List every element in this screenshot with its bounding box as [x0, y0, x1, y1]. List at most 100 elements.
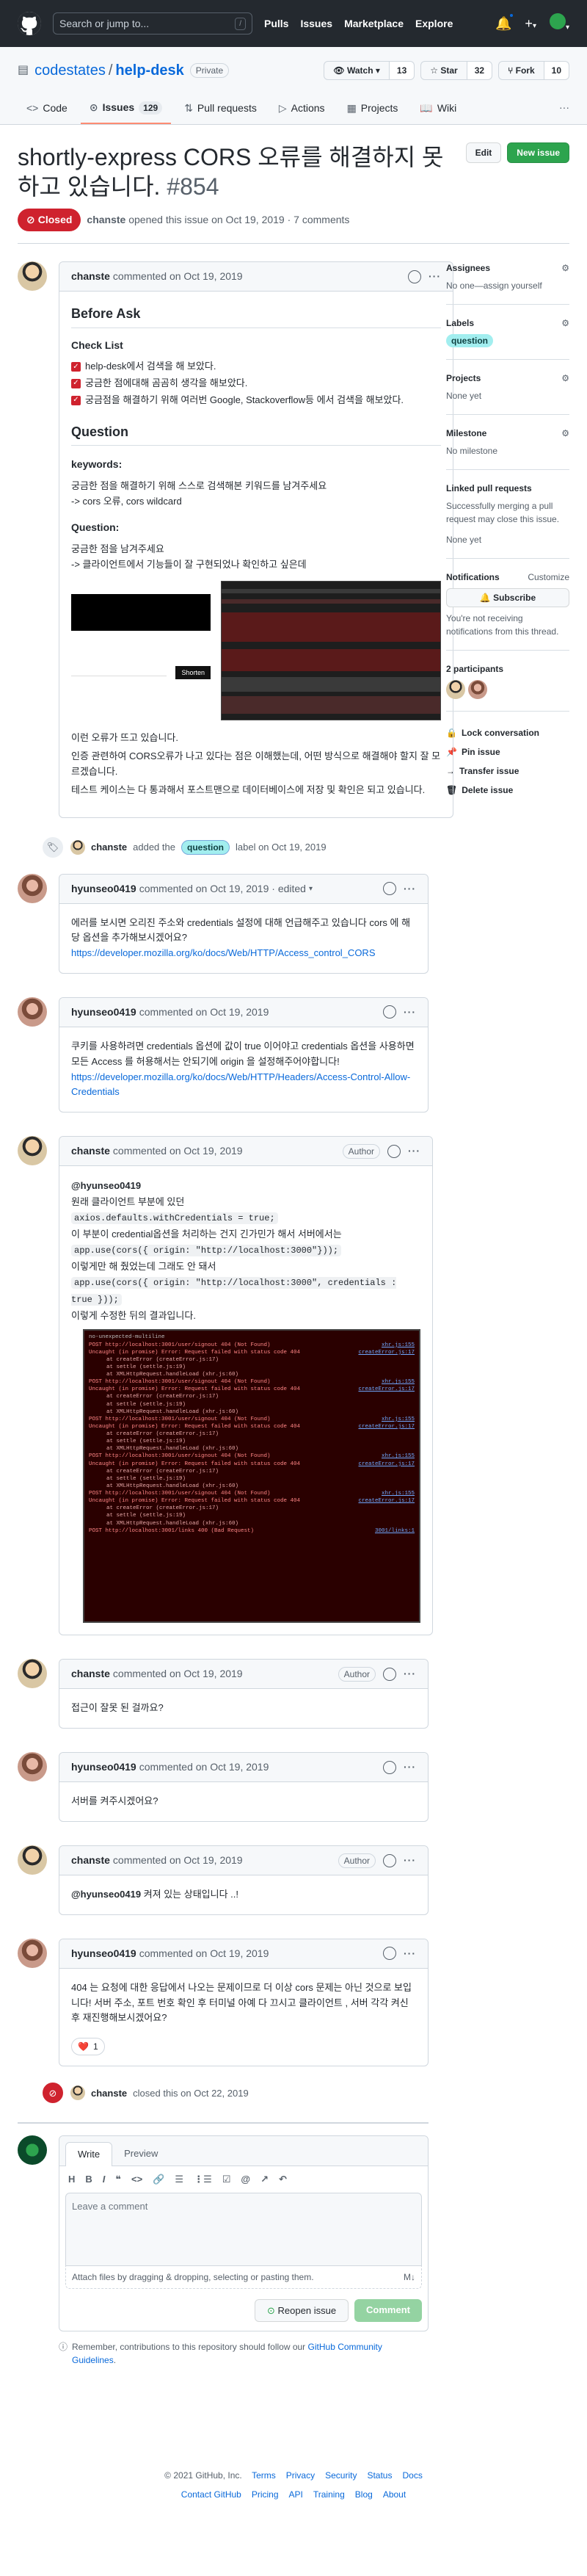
- sidebar-title[interactable]: Linked pull requests: [446, 482, 569, 495]
- tab-code[interactable]: <> Code: [18, 94, 76, 124]
- reopen-issue-button[interactable]: ⊙ Reopen issue: [255, 2298, 349, 2323]
- edited-caret-icon[interactable]: ▾: [309, 883, 313, 894]
- italic-icon[interactable]: I: [103, 2172, 106, 2187]
- watch-count[interactable]: 13: [389, 61, 415, 80]
- kebab-menu-icon[interactable]: ···: [404, 1005, 416, 1020]
- fork-button[interactable]: ⑂ Fork: [498, 61, 544, 80]
- footer-link-terms[interactable]: Terms: [252, 2466, 276, 2485]
- link-icon[interactable]: 🔗: [153, 2172, 164, 2187]
- tab-projects[interactable]: ▦ Projects: [338, 94, 407, 124]
- star-button[interactable]: ☆ Star: [420, 61, 467, 80]
- avatar[interactable]: [18, 1136, 47, 1166]
- search-input[interactable]: Search or jump to... /: [53, 12, 252, 35]
- console-screenshot-image[interactable]: no-unexpected-multiline POST http://loca…: [83, 1329, 420, 1624]
- add-reaction-icon[interactable]: [383, 1667, 396, 1681]
- add-reaction-icon[interactable]: [408, 269, 421, 283]
- kebab-menu-icon[interactable]: ···: [404, 881, 416, 897]
- user-mention[interactable]: @hyunseo0419: [71, 1889, 141, 1900]
- add-reaction-icon[interactable]: [383, 1005, 396, 1019]
- add-reaction-icon[interactable]: [383, 882, 396, 896]
- footer-link-contact[interactable]: Contact GitHub: [181, 2485, 241, 2504]
- avatar[interactable]: [18, 996, 47, 1027]
- subscribe-button[interactable]: 🔔 Subscribe: [446, 588, 569, 607]
- cross-reference-icon[interactable]: ↗: [260, 2172, 269, 2187]
- tab-pull-requests[interactable]: ⇅ Pull requests: [175, 94, 266, 124]
- footer-link-about[interactable]: About: [383, 2485, 406, 2504]
- add-reaction-icon[interactable]: [383, 1760, 396, 1774]
- markdown-icon[interactable]: M↓: [404, 2271, 415, 2284]
- avatar[interactable]: [70, 839, 85, 855]
- footer-link-api[interactable]: API: [289, 2485, 303, 2504]
- add-reaction-icon[interactable]: [383, 1853, 396, 1867]
- issue-opener[interactable]: chanste: [87, 214, 125, 225]
- bold-icon[interactable]: B: [85, 2172, 92, 2187]
- app-screenshot-image[interactable]: Shorten: [71, 594, 215, 682]
- avatar[interactable]: [468, 680, 487, 699]
- assignees-value[interactable]: No one—assign yourself: [446, 281, 542, 291]
- avatar[interactable]: [18, 873, 47, 903]
- comment-author[interactable]: hyunseo0419: [71, 1759, 136, 1775]
- add-reaction-icon[interactable]: [387, 1144, 401, 1158]
- checkbox-checked-icon[interactable]: ✓: [71, 395, 81, 405]
- tab-write[interactable]: Write: [65, 2142, 113, 2167]
- question-label[interactable]: question: [181, 839, 230, 855]
- footer-link-status[interactable]: Status: [367, 2466, 392, 2485]
- more-tabs-icon[interactable]: ···: [559, 94, 569, 124]
- quote-icon[interactable]: ❝: [115, 2172, 121, 2187]
- avatar[interactable]: [18, 1845, 47, 1875]
- comment-textarea[interactable]: Leave a comment: [65, 2192, 422, 2266]
- mdn-credentials-link[interactable]: https://developer.mozilla.org/ko/docs/We…: [71, 1071, 410, 1098]
- customize-link[interactable]: Customize: [528, 571, 569, 584]
- question-label[interactable]: question: [446, 334, 493, 347]
- comment-author[interactable]: chanste: [71, 1666, 110, 1682]
- avatar[interactable]: [18, 2135, 47, 2166]
- avatar[interactable]: [446, 680, 465, 699]
- kebab-menu-icon[interactable]: ···: [404, 1666, 416, 1682]
- comment-author[interactable]: chanste: [71, 1853, 110, 1868]
- footer-link-privacy[interactable]: Privacy: [286, 2466, 315, 2485]
- comment-author[interactable]: hyunseo0419: [71, 881, 136, 897]
- pin-issue-link[interactable]: 📌 Pin issue: [446, 745, 569, 759]
- github-logo-icon[interactable]: [18, 12, 41, 35]
- delete-issue-link[interactable]: 🗑 Delete issue: [446, 784, 569, 797]
- gear-icon[interactable]: ⚙: [561, 261, 569, 275]
- mention-icon[interactable]: @: [241, 2172, 250, 2187]
- comment-author[interactable]: chanste: [71, 269, 110, 284]
- watch-button[interactable]: 👁 Watch ▾: [324, 61, 390, 80]
- footer-link-pricing[interactable]: Pricing: [252, 2485, 279, 2504]
- lock-conversation-link[interactable]: 🔒 Lock conversation: [446, 726, 569, 739]
- comment-button[interactable]: Comment: [354, 2298, 422, 2323]
- nav-issues[interactable]: Issues: [300, 16, 332, 32]
- heading-icon[interactable]: H: [68, 2172, 75, 2187]
- avatar[interactable]: [18, 1659, 47, 1689]
- user-menu[interactable]: ▾: [549, 13, 569, 34]
- kebab-menu-icon[interactable]: ···: [404, 1759, 416, 1775]
- edit-button[interactable]: Edit: [465, 142, 502, 163]
- add-reaction-icon[interactable]: [383, 1947, 396, 1961]
- avatar[interactable]: [70, 2085, 85, 2101]
- kebab-menu-icon[interactable]: ···: [429, 269, 441, 284]
- checkbox-checked-icon[interactable]: ✓: [71, 378, 81, 388]
- new-issue-button[interactable]: New issue: [507, 142, 569, 163]
- code-icon[interactable]: <>: [131, 2172, 142, 2187]
- comment-author[interactable]: hyunseo0419: [71, 1946, 136, 1961]
- nav-pulls[interactable]: Pulls: [264, 16, 288, 32]
- nav-marketplace[interactable]: Marketplace: [344, 16, 404, 32]
- notifications-bell-icon[interactable]: 🔔: [495, 12, 515, 34]
- sidebar-title[interactable]: Projects ⚙: [446, 372, 569, 385]
- repo-owner-link[interactable]: codestates: [34, 59, 106, 82]
- devtools-screenshot-image[interactable]: [221, 581, 441, 721]
- mdn-cors-link[interactable]: https://developer.mozilla.org/ko/docs/We…: [71, 947, 376, 958]
- checkbox-checked-icon[interactable]: ✓: [71, 362, 81, 372]
- comment-author[interactable]: chanste: [71, 1143, 110, 1159]
- task-list-icon[interactable]: ☑: [222, 2172, 231, 2187]
- user-mention[interactable]: @hyunseo0419: [71, 1180, 141, 1191]
- attach-files-bar[interactable]: Attach files by dragging & dropping, sel…: [65, 2265, 422, 2289]
- tab-actions[interactable]: ▷ Actions: [270, 94, 334, 124]
- footer-link-blog[interactable]: Blog: [355, 2485, 373, 2504]
- unordered-list-icon[interactable]: ☰: [175, 2172, 183, 2187]
- avatar[interactable]: [18, 261, 47, 291]
- gear-icon[interactable]: ⚙: [561, 316, 569, 330]
- gear-icon[interactable]: ⚙: [561, 427, 569, 440]
- sidebar-title[interactable]: Labels ⚙: [446, 316, 569, 330]
